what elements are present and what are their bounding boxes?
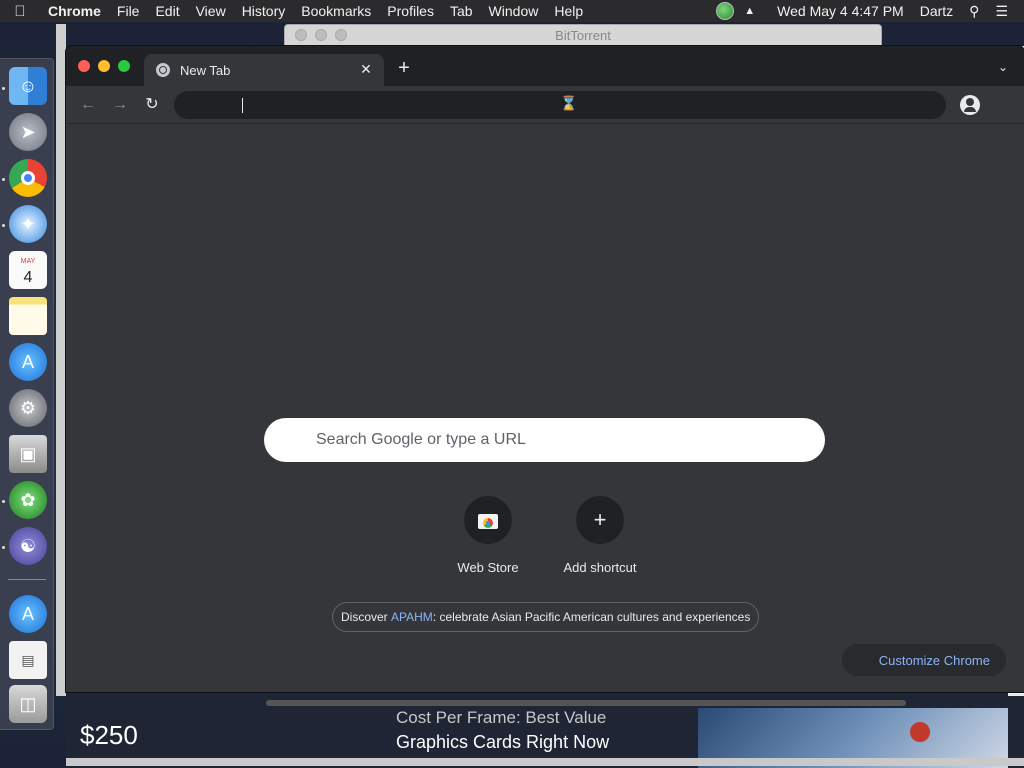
text-caret <box>242 98 243 113</box>
finder-icon[interactable]: ☺ <box>9 67 47 105</box>
status-globe-icon[interactable] <box>716 2 735 20</box>
menu-app-name[interactable]: Chrome <box>40 3 109 19</box>
notification-center-icon[interactable]: ☰ <box>987 3 1016 20</box>
menu-help[interactable]: Help <box>546 3 591 19</box>
tab-title: New Tab <box>180 62 231 78</box>
bittorrent-icon[interactable]: ☯ <box>9 527 47 565</box>
close-tab-icon[interactable]: ✕ <box>358 61 374 77</box>
menu-tab[interactable]: Tab <box>442 3 481 19</box>
text-cursor-icon: ⌛ <box>560 96 577 112</box>
dock-running-indicator <box>2 178 5 181</box>
shortcut-add[interactable]: + Add shortcut <box>544 496 656 575</box>
calendar-month: MAY <box>20 258 36 265</box>
dock-separator <box>8 579 46 580</box>
archive-utility-icon[interactable]: ▣ <box>9 435 47 473</box>
document-icon[interactable]: ▤ <box>9 641 47 679</box>
globe-app-icon[interactable]: ✿ <box>9 481 47 519</box>
calendar-icon[interactable]: MAY 4 <box>9 251 47 289</box>
new-tab-button[interactable]: + <box>394 58 414 78</box>
spotlight-search-icon[interactable]: ⚲ <box>961 3 987 20</box>
dock-running-indicator <box>2 87 5 90</box>
menu-window[interactable]: Window <box>481 3 547 19</box>
app-store-icon[interactable]: A <box>9 343 47 381</box>
plus-icon: + <box>593 507 607 532</box>
close-window-button[interactable] <box>78 60 90 72</box>
customize-chrome-label: Customize Chrome <box>878 652 990 668</box>
customize-chrome-button[interactable]: Customize Chrome <box>842 644 1006 676</box>
tab-search-chevron-icon[interactable]: ⌄ <box>996 60 1010 74</box>
browser-toolbar: ← → ↻ <box>66 86 1024 124</box>
promo-banner[interactable]: Discover APAHM : celebrate Asian Pacific… <box>332 602 760 632</box>
dock-running-indicator <box>2 224 5 227</box>
background-window-edge <box>56 24 66 696</box>
minimize-window-button[interactable] <box>98 60 110 72</box>
apple-icon[interactable]:  <box>0 3 40 20</box>
calendar-day: 4 <box>23 269 33 286</box>
menu-bar:  Chrome File Edit View History Bookmark… <box>0 0 1024 22</box>
promo-prefix: Discover <box>341 610 392 624</box>
menu-user[interactable]: Dartz <box>912 3 961 19</box>
chrome-window: New Tab ✕ + ⌄ ← → ↻ Web Store + Add <box>66 46 1024 692</box>
window-controls <box>78 60 130 72</box>
system-preferences-icon[interactable]: ⚙ <box>9 389 47 427</box>
menu-file[interactable]: File <box>109 3 148 19</box>
promo-suffix: : celebrate Asian Pacific American cultu… <box>432 610 751 624</box>
tab-strip: New Tab ✕ + ⌄ <box>66 46 1024 86</box>
shortcut-web-store[interactable]: Web Store <box>432 496 544 575</box>
promo-link[interactable]: APAHM <box>391 610 433 624</box>
background-scrollbar[interactable] <box>266 700 906 706</box>
launchpad-icon[interactable]: ➤ <box>9 113 47 151</box>
background-price: $250 <box>80 720 138 750</box>
shortcut-label: Add shortcut <box>563 560 637 575</box>
notes-icon[interactable] <box>9 297 47 335</box>
chrome-icon[interactable] <box>9 159 47 197</box>
menu-bookmarks[interactable]: Bookmarks <box>293 3 379 19</box>
eject-icon[interactable]: ▲ <box>744 5 755 17</box>
new-tab-page: Web Store + Add shortcut Discover APAHM … <box>66 124 1024 692</box>
app-store-download-icon[interactable]: A <box>9 595 47 633</box>
ntp-search-input[interactable] <box>316 431 796 449</box>
bittorrent-window-titlebar[interactable]: BitTorrent <box>284 24 882 46</box>
menu-edit[interactable]: Edit <box>147 3 187 19</box>
reload-icon[interactable]: ↻ <box>142 95 162 115</box>
shortcut-label: Web Store <box>457 560 519 575</box>
dock-running-indicator <box>2 500 5 503</box>
shortcut-tile[interactable] <box>464 496 512 544</box>
ntp-search-box[interactable] <box>264 418 825 462</box>
bittorrent-window-title: BitTorrent <box>555 28 611 43</box>
profile-avatar-icon[interactable] <box>960 95 980 115</box>
back-arrow-icon[interactable]: ← <box>78 95 98 115</box>
chrome-favicon-icon <box>156 63 170 77</box>
forward-arrow-icon[interactable]: → <box>110 95 130 115</box>
trash-icon[interactable]: ◫ <box>9 685 47 723</box>
dock: ☺ ➤ ✦ MAY 4 A ⚙ ▣ ✿ ☯ A ▤ ◫ <box>0 58 54 730</box>
background-horizontal-scrollbar[interactable] <box>66 758 1024 766</box>
menu-view[interactable]: View <box>188 3 234 19</box>
background-headline-top[interactable]: Cost Per Frame: Best Value <box>396 708 606 728</box>
background-headline-bottom[interactable]: Graphics Cards Right Now <box>396 732 609 753</box>
zoom-window-button[interactable] <box>118 60 130 72</box>
menu-history[interactable]: History <box>234 3 294 19</box>
background-web-page: $250 Cost Per Frame: Best Value Graphics… <box>66 696 1024 768</box>
tab-new-tab[interactable]: New Tab ✕ <box>144 54 384 86</box>
safari-icon[interactable]: ✦ <box>9 205 47 243</box>
dock-running-indicator <box>2 546 5 549</box>
menu-clock[interactable]: Wed May 4 4:47 PM <box>769 3 912 19</box>
menu-profiles[interactable]: Profiles <box>379 3 442 19</box>
shortcut-tile[interactable]: + <box>576 496 624 544</box>
web-store-icon <box>478 511 498 529</box>
